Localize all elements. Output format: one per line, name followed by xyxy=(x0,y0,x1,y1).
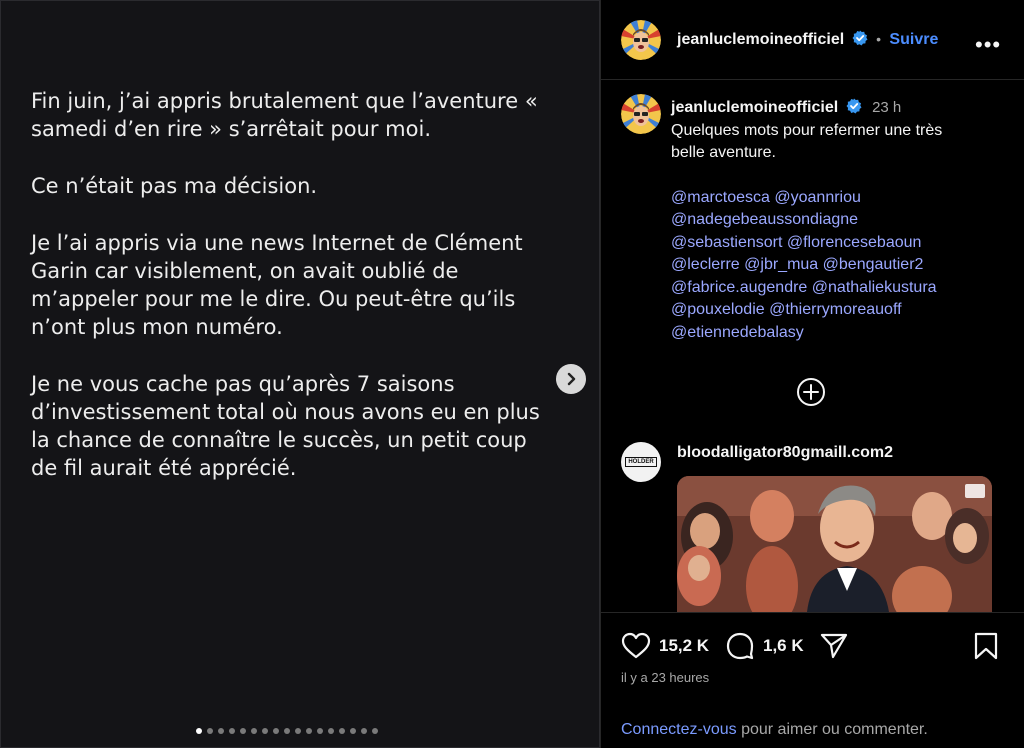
login-prompt: Connectez-vous pour aimer ou commenter. xyxy=(621,721,928,739)
comment-avatar[interactable]: HOLDER xyxy=(621,442,661,482)
chevron-right-icon xyxy=(567,372,576,386)
mention-link[interactable]: @bengautier2 xyxy=(823,256,924,273)
carousel-dot[interactable] xyxy=(361,728,367,734)
separator-dot: • xyxy=(876,31,881,47)
slide-paragraph: Ce n’était pas ma décision. xyxy=(31,174,318,198)
mention-line: @nadegebeaussondiagne xyxy=(671,209,1011,232)
verified-badge-icon xyxy=(852,30,868,46)
share-icon[interactable] xyxy=(819,632,849,660)
login-prompt-text: pour aimer ou commenter. xyxy=(736,721,928,738)
avatar-illustration xyxy=(621,20,661,60)
heart-icon xyxy=(621,632,651,659)
more-options-icon[interactable]: ••• xyxy=(975,32,1001,58)
carousel-dot[interactable] xyxy=(229,728,235,734)
mention-link[interactable]: @florencesebaoun xyxy=(787,234,922,251)
comment-button[interactable]: 1,6 K xyxy=(725,632,804,660)
mention-link[interactable]: @marctoesca xyxy=(671,189,770,206)
comment-username[interactable]: bloodalligator80gmaill.com2 xyxy=(677,444,893,462)
load-more-comments-icon[interactable] xyxy=(796,377,826,407)
carousel-next-button[interactable] xyxy=(556,364,586,394)
follow-button[interactable]: Suivre xyxy=(889,31,938,48)
carousel-dot[interactable] xyxy=(295,728,301,734)
post-time: 23 h xyxy=(872,99,902,116)
mention-link[interactable]: @thierrymoreauoff xyxy=(769,301,901,318)
comment-avatar-text: HOLDER xyxy=(625,457,657,467)
carousel-dot[interactable] xyxy=(372,728,378,734)
slide-paragraph: Je l’ai appris via une news Internet de … xyxy=(31,231,523,339)
caption-mentions: @marctoesca @yoannriou @nadegebeaussondia… xyxy=(671,187,1011,345)
carousel-dot[interactable] xyxy=(207,728,213,734)
mention-line: @pouxelodie @thierrymoreauoff xyxy=(671,299,1011,322)
mention-link[interactable]: @yoannriou xyxy=(774,189,861,206)
post-side-panel: jeanluclemoineofficiel • Suivre ••• jean… xyxy=(600,0,1024,748)
carousel-slide: Fin juin, j’ai appris brutalement que l’… xyxy=(0,0,600,748)
post-timestamp: il y a 23 heures xyxy=(621,670,710,685)
carousel-pagination xyxy=(196,728,378,734)
like-button[interactable]: 15,2 K xyxy=(621,632,709,660)
mention-line: @marctoesca @yoannriou xyxy=(671,187,1011,210)
carousel-dot[interactable] xyxy=(251,728,257,734)
carousel-dot[interactable] xyxy=(240,728,246,734)
mention-link[interactable]: @etiennedebalasy xyxy=(671,324,804,341)
mention-link[interactable]: @nadegebeaussondiagne xyxy=(671,211,858,228)
header-username[interactable]: jeanluclemoineofficiel xyxy=(677,31,844,48)
mention-link[interactable]: @fabrice.augendre xyxy=(671,279,807,296)
caption-header: jeanluclemoineofficiel 23 h xyxy=(671,97,1011,120)
avatar[interactable] xyxy=(621,20,661,60)
carousel-dot[interactable] xyxy=(273,728,279,734)
login-link[interactable]: Connectez-vous xyxy=(621,721,737,738)
instagram-post-view: Fin juin, j’ai appris brutalement que l’… xyxy=(0,0,1024,748)
post-actions: 15,2 K 1,6 K il y a 23 heures Connectez-… xyxy=(601,612,1024,748)
mention-link[interactable]: @pouxelodie xyxy=(671,301,765,318)
carousel-dot[interactable] xyxy=(262,728,268,734)
mention-link[interactable]: @leclerre xyxy=(671,256,740,273)
comments-count: 1,6 K xyxy=(763,636,804,655)
mention-line: @sebastiensort @florencesebaoun xyxy=(671,232,1011,255)
slide-paragraph: Fin juin, j’ai appris brutalement que l’… xyxy=(31,89,538,141)
carousel-dot[interactable] xyxy=(328,728,334,734)
carousel-dot[interactable] xyxy=(196,728,202,734)
mention-line: @leclerre @jbr_mua @bengautier2 xyxy=(671,254,1011,277)
slide-paragraph: Je ne vous cache pas qu’après 7 saisons … xyxy=(31,372,540,480)
carousel-dot[interactable] xyxy=(350,728,356,734)
carousel-dot[interactable] xyxy=(339,728,345,734)
likes-count: 15,2 K xyxy=(659,636,710,655)
post-header: jeanluclemoineofficiel • Suivre ••• xyxy=(601,0,1024,80)
mention-line: @fabrice.augendre @nathaliekustura xyxy=(671,277,1011,300)
verified-badge-icon xyxy=(846,98,862,114)
slide-text: Fin juin, j’ai appris brutalement que l’… xyxy=(31,87,551,511)
comment-icon xyxy=(726,632,754,660)
header-user-line: jeanluclemoineofficiel • Suivre xyxy=(677,30,938,49)
caption-username[interactable]: jeanluclemoineofficiel xyxy=(671,99,838,116)
carousel-dot[interactable] xyxy=(284,728,290,734)
mention-link[interactable]: @jbr_mua xyxy=(744,256,818,273)
mention-link[interactable]: @nathaliekustura xyxy=(812,279,937,296)
bookmark-icon[interactable] xyxy=(973,632,999,660)
caption-text-line: belle aventure. xyxy=(671,144,776,161)
caption-avatar[interactable] xyxy=(621,94,661,134)
tv-show-image xyxy=(677,476,992,612)
comment-media-thumbnail[interactable] xyxy=(677,476,992,612)
mention-line: @etiennedebalasy xyxy=(671,322,1011,345)
carousel-dot[interactable] xyxy=(306,728,312,734)
carousel-dot[interactable] xyxy=(218,728,224,734)
mention-link[interactable]: @sebastiensort xyxy=(671,234,782,251)
caption-text-line: Quelques mots pour refermer une très xyxy=(671,121,943,139)
post-caption: jeanluclemoineofficiel 23 h Quelques mot… xyxy=(671,97,1011,344)
avatar-illustration xyxy=(621,94,661,134)
carousel-dot[interactable] xyxy=(317,728,323,734)
